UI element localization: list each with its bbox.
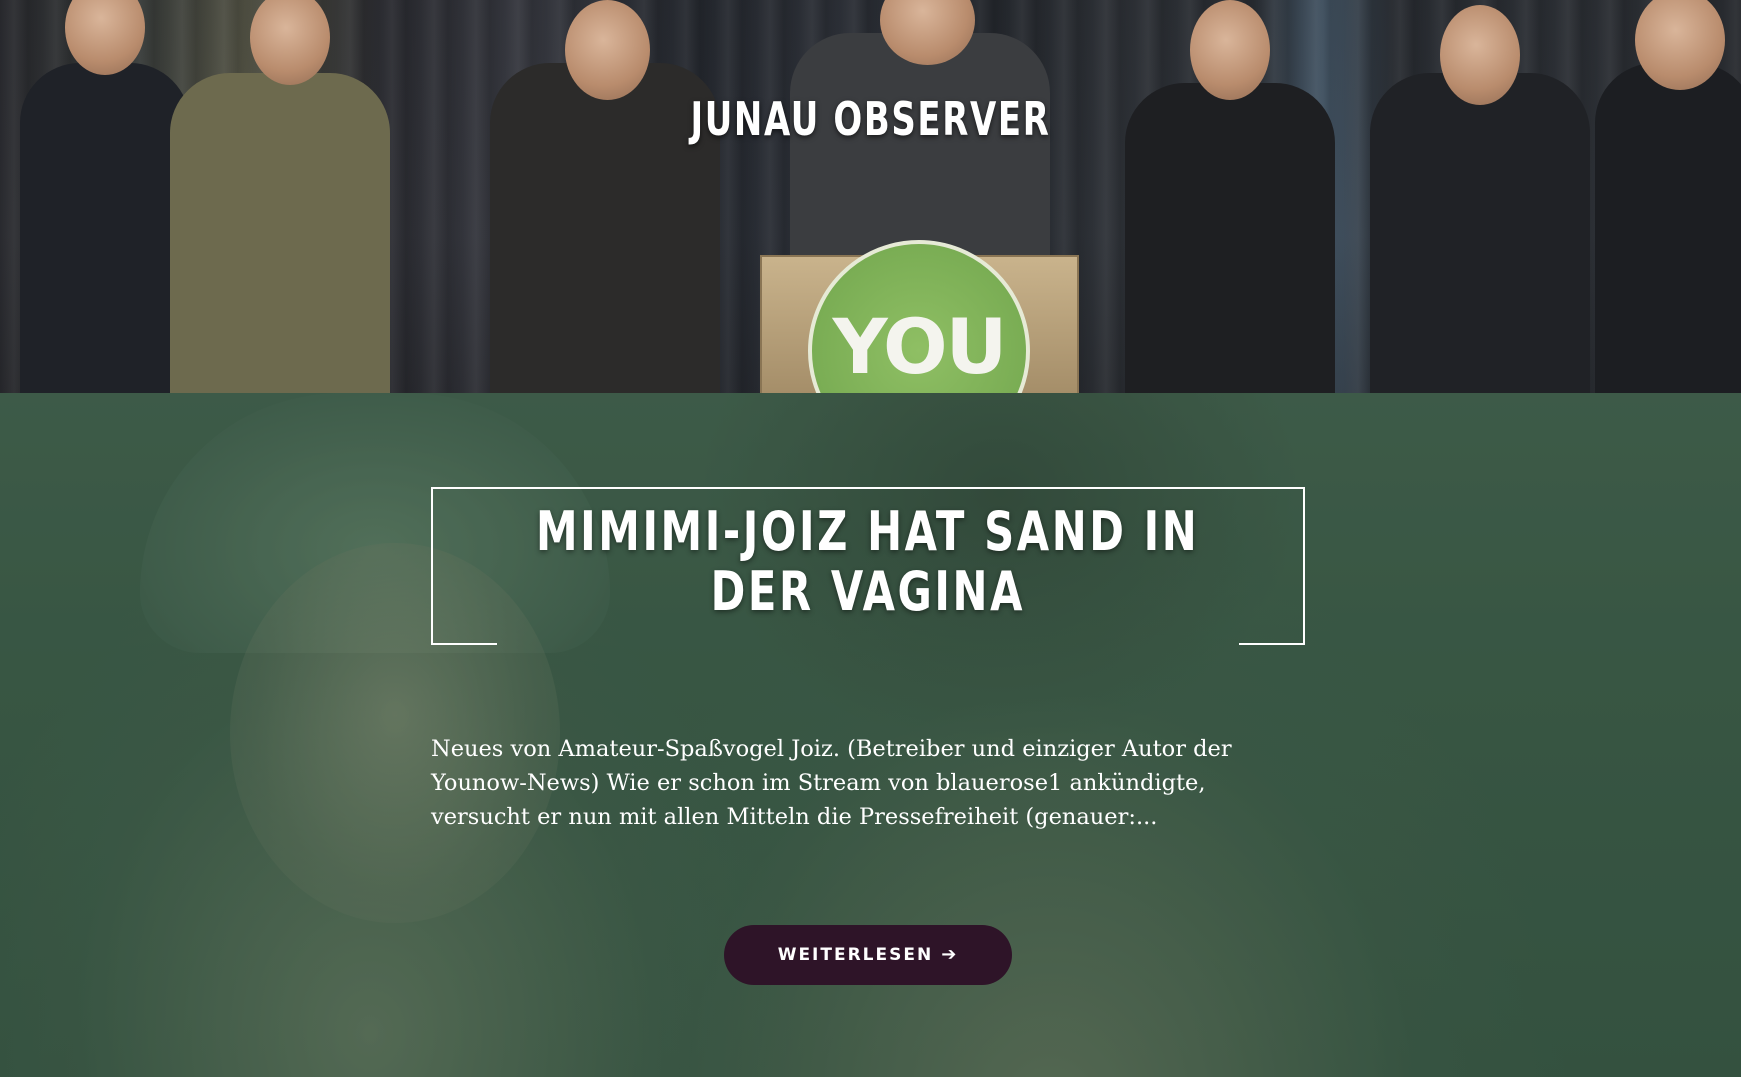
site-title[interactable]: JUNAU OBSERVER (157, 92, 1585, 146)
arrow-right-icon: ➔ (941, 944, 959, 965)
post-title-line-1[interactable]: MIMIMI-JOIZ HAT SAND IN (536, 502, 1199, 562)
header-photo-logo-text: YOU (832, 302, 1008, 391)
header-photo-figure (1595, 63, 1741, 393)
post-title-frame-corner-right (1239, 643, 1305, 645)
header-photo-face (1440, 5, 1520, 105)
header-photo-face (565, 0, 650, 100)
read-more-label: WEITERLESEN (777, 945, 934, 965)
header-photo-face (1190, 0, 1270, 100)
post-title-line-2[interactable]: DER VAGINA (711, 562, 1025, 622)
post-excerpt: Neues von Amateur-Spaßvogel Joiz. (Betre… (431, 736, 1232, 830)
site-header: YOU JUNAU OBSERVER (0, 0, 1741, 393)
read-more-button[interactable]: WEITERLESEN ➔ (724, 925, 1012, 985)
post-title[interactable]: MIMIMI-JOIZ HAT SAND IN DER VAGINA (431, 502, 1305, 622)
post-title-frame-corner-left (431, 643, 497, 645)
